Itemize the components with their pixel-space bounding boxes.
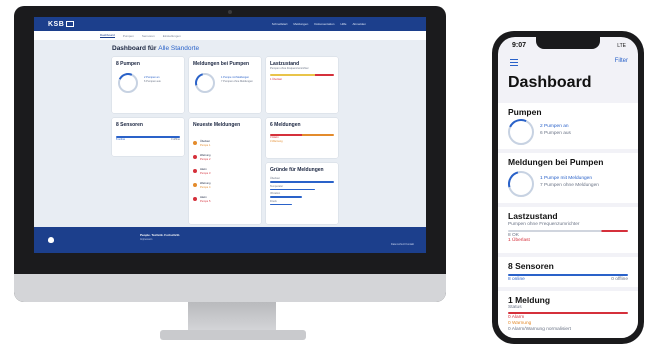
warning-icon <box>193 141 197 145</box>
location-selector[interactable]: Alle Standorte <box>158 45 199 52</box>
phone-notch <box>536 37 600 49</box>
status-time: 9:07 <box>512 42 527 49</box>
message-item[interactable]: Warnung Pumpe 4 <box>193 182 257 190</box>
pumps-ring-chart <box>115 70 141 96</box>
top-nav-item[interactable]: Hilfe <box>340 22 346 26</box>
sub-navigation: Dashboard Pumpen Sensoren Einstellungen <box>34 31 426 40</box>
sensors-card[interactable]: 8 Sensoren 8 online 0 offline <box>498 257 638 287</box>
pump-messages-card[interactable]: Meldungen bei Pumpen 1 Pumpe mit Meldung… <box>189 57 261 113</box>
messages-card[interactable]: 6 Meldungen 3 Alarm 3 Warnung <box>266 118 338 158</box>
monitor-foot <box>160 330 306 340</box>
phone-screen: 9:07 LTE Filter Dashboard Pumpen 2 Pumpe… <box>498 37 638 338</box>
pump-messages-ring-chart <box>503 166 539 202</box>
alarm-icon <box>193 169 197 173</box>
alarm-icon <box>193 197 197 201</box>
desktop-screen: KSB Schnellstart Meldungen Dokumentation… <box>34 17 426 253</box>
web-footer: People. Technik. Fortschritt. Impressum … <box>34 227 426 253</box>
monitor-chin <box>14 274 446 302</box>
pumps-card[interactable]: 8 Pumpen 2 Pumpen an 6 Pumpen aus <box>112 57 184 113</box>
top-nav-item[interactable]: Abmelden <box>352 22 366 26</box>
message-item[interactable]: Warnung Pumpe 2 <box>193 154 257 162</box>
product-scene: KSB Schnellstart Meldungen Dokumentation… <box>0 0 667 351</box>
footer-links[interactable]: Datenschutz Kontakt <box>391 243 414 246</box>
top-nav-item[interactable]: Meldungen <box>293 22 308 26</box>
load-card[interactable]: Lastzustand Pumpen ohne Frequenzumrichte… <box>498 207 638 253</box>
messages-card[interactable]: 1 Meldung Status 0 Alarm 0 Warnung 0 Ala… <box>498 291 638 338</box>
desktop-monitor: KSB Schnellstart Meldungen Dokumentation… <box>14 6 446 302</box>
tab-dashboard[interactable]: Dashboard <box>100 33 115 38</box>
filter-button[interactable]: Filter <box>615 58 628 64</box>
sensors-card[interactable]: 8 Sensoren 8 online 0 offline <box>112 118 184 156</box>
load-bar <box>270 74 334 76</box>
top-nav-item[interactable]: Dokumentation <box>314 22 334 26</box>
message-item[interactable]: Alarm Pumpe 5 <box>193 196 257 204</box>
load-card[interactable]: Lastzustand Pumpen ohne Frequenzumrichte… <box>266 57 338 113</box>
pumps-card[interactable]: Pumpen 2 Pumpen an 6 Pumpen aus <box>498 103 638 149</box>
alarm-icon <box>193 155 197 159</box>
warning-icon <box>193 183 197 187</box>
pump-messages-ring-chart <box>191 69 219 97</box>
smartphone: 9:07 LTE Filter Dashboard Pumpen 2 Pumpe… <box>492 31 644 344</box>
web-topbar: KSB Schnellstart Meldungen Dokumentation… <box>34 17 426 31</box>
brand-logo[interactable]: KSB <box>48 21 75 28</box>
message-item[interactable]: Alarm Pumpe 3 <box>193 168 257 176</box>
tab-settings[interactable]: Einstellungen <box>163 34 181 38</box>
pumps-ring-chart <box>504 115 538 149</box>
pump-messages-card[interactable]: Meldungen bei Pumpen 1 Pumpe mit Meldung… <box>498 153 638 203</box>
top-nav-item[interactable]: Schnellstart <box>272 22 288 26</box>
shield-icon <box>48 237 54 243</box>
page-title: Dashboard <box>508 74 592 91</box>
imprint-link[interactable]: Impressum <box>140 238 152 241</box>
message-item[interactable]: Überlast Pumpe 1 <box>193 140 257 148</box>
tab-pumps[interactable]: Pumpen <box>123 34 134 38</box>
menu-icon[interactable] <box>510 59 518 68</box>
tab-sensors[interactable]: Sensoren <box>142 34 155 38</box>
page-title: Dashboard für Alle Standorte <box>112 45 200 52</box>
top-navigation: Schnellstart Meldungen Dokumentation Hil… <box>272 22 366 26</box>
status-indicators: LTE <box>617 43 626 49</box>
reasons-card[interactable]: Gründe für Meldungen Überlast Temperatur… <box>266 163 338 224</box>
recent-messages-card[interactable]: Neueste Meldungen Überlast Pumpe 1 Warnun… <box>189 118 261 224</box>
camera-icon <box>228 10 232 14</box>
messages-bar <box>508 312 628 314</box>
